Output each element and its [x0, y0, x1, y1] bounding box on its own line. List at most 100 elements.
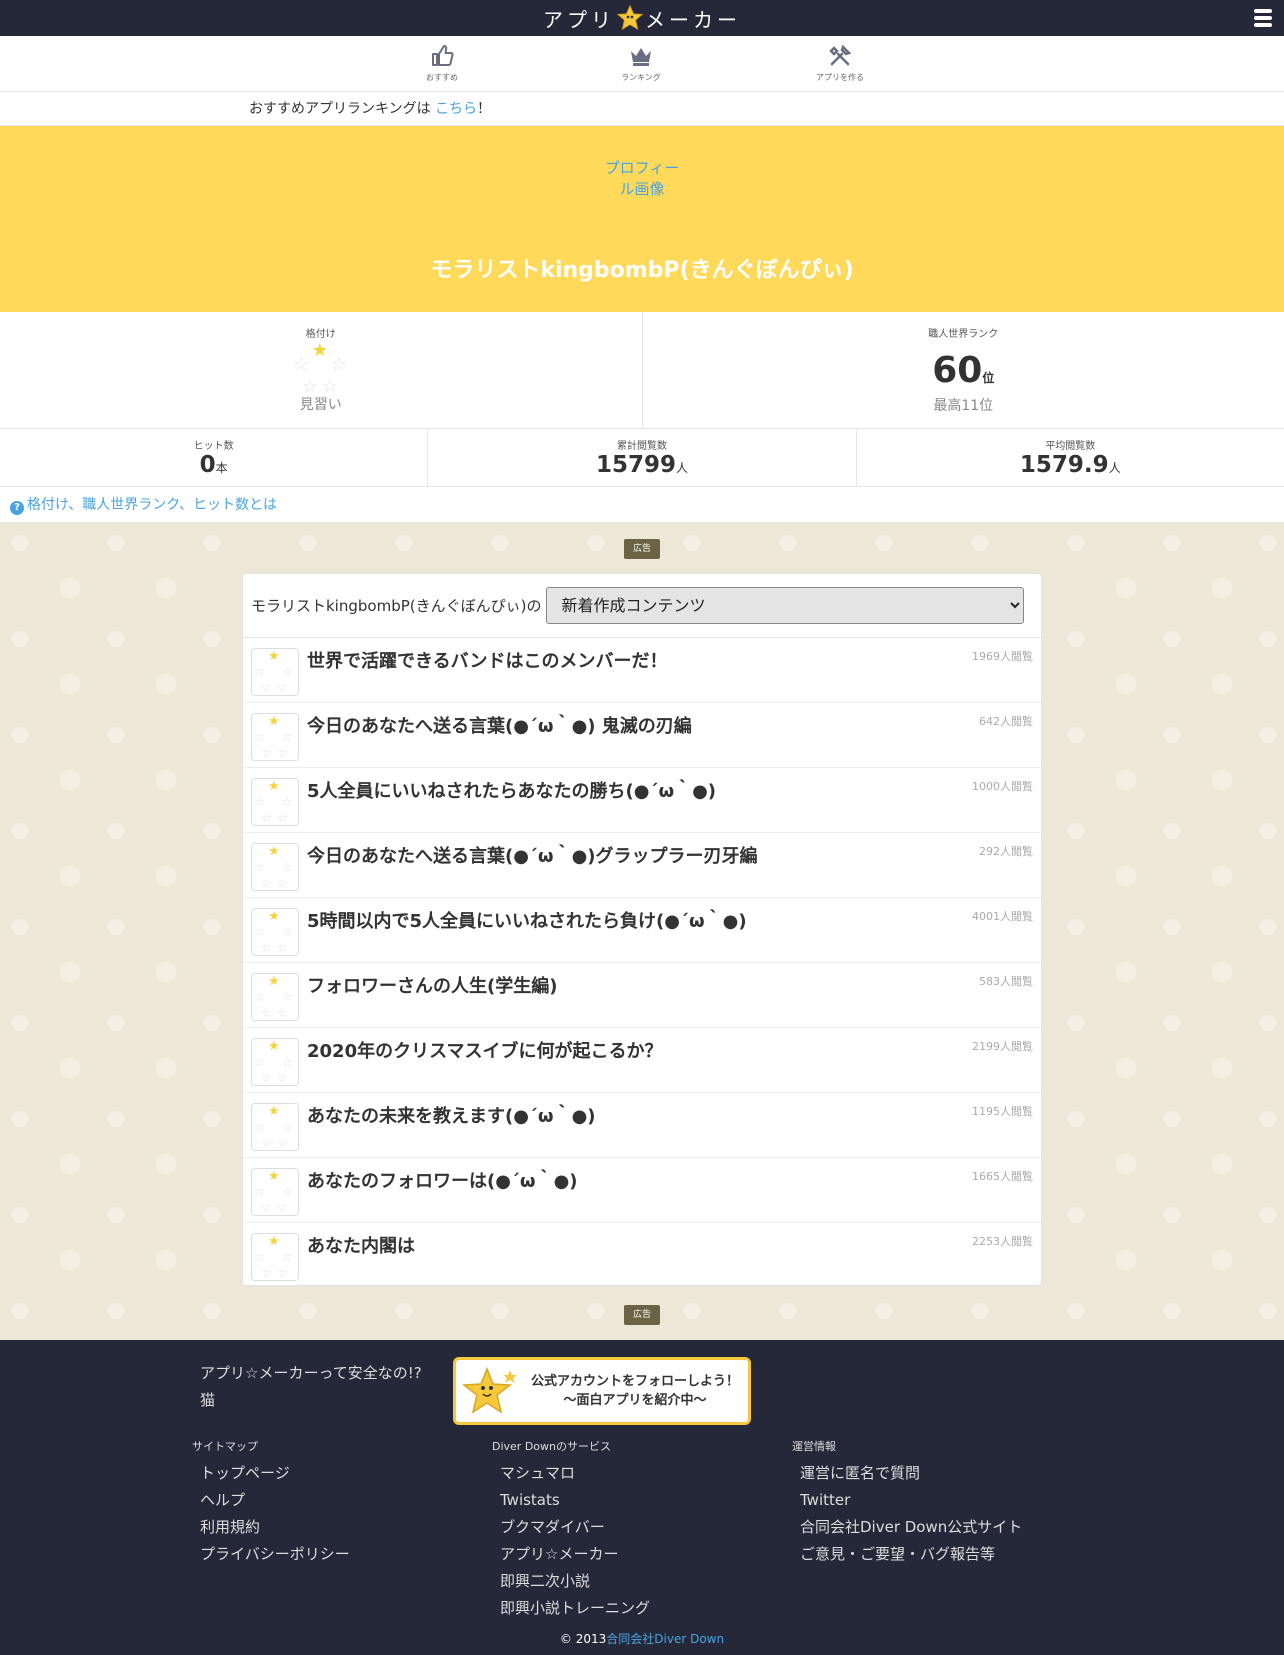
item-title[interactable]: 世界で活躍できるバンドはこのメンバーだ！ — [307, 647, 668, 673]
list-item[interactable]: ★ ☆ ☆ ☆ ☆ 2020年のクリスマスイブに何が起こるか？ 2199人閲覧 — [243, 1028, 1041, 1093]
app-thumbnail: ★ ☆ ☆ ☆ ☆ — [251, 908, 299, 956]
star-outline-icon: ☆ — [261, 876, 272, 890]
list-item[interactable]: ★ ☆ ☆ ☆ ☆ あなた内閣は 2253人閲覧 — [243, 1223, 1041, 1288]
profile-name: モラリストkingbombP(きんぐぼんぴぃ) — [430, 258, 854, 283]
hits-unit: 本 — [215, 461, 228, 475]
app-thumbnail: ★ ☆ ☆ ☆ ☆ — [251, 843, 299, 891]
item-views: 292人閲覧 — [979, 845, 1033, 858]
item-title[interactable]: 今日のあなたへ送る言葉(●´ω｀●)グラップラー刃牙編 — [307, 842, 758, 868]
nav-recommend[interactable]: おすすめ — [402, 44, 482, 83]
list-item[interactable]: ★ ☆ ☆ ☆ ☆ あなたの未来を教えます(●´ω｀●) 1195人閲覧 — [243, 1093, 1041, 1158]
footer-link[interactable]: ブクマダイバー — [492, 1514, 650, 1541]
app-thumbnail: ★ ☆ ☆ ☆ ☆ — [251, 1103, 299, 1151]
star-outline-icon: ☆ — [254, 730, 265, 744]
star-outline-icon: ☆ — [330, 354, 347, 375]
copyright-prefix: © 2013 — [559, 1632, 607, 1646]
footer-link[interactable]: アプリ☆メーカー — [492, 1541, 650, 1568]
item-title[interactable]: 今日のあなたへ送る言葉(●´ω｀●) 鬼滅の刃編 — [307, 712, 692, 738]
follow-banner[interactable]: 公式アカウントをフォローしよう！ 〜面白アプリを紹介中〜 — [453, 1357, 751, 1425]
footer-link[interactable]: Twistats — [492, 1487, 650, 1514]
list-item[interactable]: ★ ☆ ☆ ☆ ☆ 今日のあなたへ送る言葉(●´ω｀●) 鬼滅の刃編 642人閲覧 — [243, 703, 1041, 768]
notice-link[interactable]: こちら — [435, 101, 477, 117]
footer-link[interactable]: マシュマロ — [492, 1460, 650, 1487]
list-item[interactable]: ★ ☆ ☆ ☆ ☆ あなたのフォロワーは(●´ω｀●) 1665人閲覧 — [243, 1158, 1041, 1223]
footer-link[interactable]: 運営に匿名で質問 — [792, 1460, 1022, 1487]
star-outline-icon: ☆ — [282, 665, 293, 679]
nav-ranking[interactable]: ランキング — [601, 44, 681, 83]
star-outline-icon: ☆ — [277, 941, 288, 955]
star-outline-icon: ☆ — [277, 876, 288, 890]
item-title[interactable]: あなた内閣は — [307, 1232, 415, 1258]
cat-link[interactable]: 猫 — [200, 1387, 422, 1414]
star-outline-icon: ☆ — [254, 1250, 265, 1264]
app-thumbnail: ★ ☆ ☆ ☆ ☆ — [251, 713, 299, 761]
star-outline-icon: ☆ — [261, 811, 272, 825]
star-icon: ★ — [268, 714, 280, 729]
item-title[interactable]: 5時間以内で5人全員にいいねされたら負け(●´ω｀●) — [307, 907, 747, 933]
star-outline-icon: ☆ — [282, 1185, 293, 1199]
notice-text: おすすめアプリランキングは — [249, 101, 436, 117]
star-icon: ★ — [268, 844, 280, 859]
footer-link[interactable]: 即興小説トレーニング — [492, 1595, 650, 1622]
app-thumbnail: ★ ☆ ☆ ☆ ☆ — [251, 1168, 299, 1216]
list-item[interactable]: ★ ☆ ☆ ☆ ☆ 世界で活躍できるバンドはこのメンバーだ！ 1969人閲覧 — [243, 638, 1041, 703]
kakuzuke-panel: 格付け ★ ☆ ☆ ☆ ☆ 見習い — [0, 312, 643, 428]
star-outline-icon: ☆ — [254, 990, 265, 1004]
footer-link[interactable]: 合同会社Diver Down公式サイト — [792, 1514, 1022, 1541]
nav-ranking-label: ランキング — [621, 73, 661, 82]
footer-link[interactable]: 利用規約 — [192, 1514, 350, 1541]
avg-views-unit: 人 — [1108, 461, 1121, 475]
follow-line2: 〜面白アプリを紹介中〜 — [563, 1393, 707, 1408]
star-outline-icon: ☆ — [261, 681, 272, 695]
star-outline-icon: ☆ — [254, 1055, 265, 1069]
help-link[interactable]: ? 格付け、職人世界ランク、ヒット数とは — [0, 487, 1284, 523]
content-type-select[interactable]: 新着作成コンテンツ — [546, 587, 1025, 624]
item-title[interactable]: フォロワーさんの人生(学生編) — [307, 972, 557, 998]
menu-icon[interactable] — [1254, 9, 1272, 27]
rank-stats: 格付け ★ ☆ ☆ ☆ ☆ 見習い 職人世界ランク 60位 最高11位 — [0, 312, 1284, 429]
star-outline-icon: ☆ — [282, 1250, 293, 1264]
profile-hero: プロフィール画像 モラリストkingbombP(きんぐぼんぴぃ) — [0, 126, 1284, 312]
star-icon: ★ — [268, 1169, 280, 1184]
app-logo[interactable]: アプリ メーカー — [543, 4, 741, 33]
safety-link[interactable]: アプリ☆メーカーって安全なの!? — [200, 1360, 422, 1387]
brand-left: アプリ — [543, 7, 615, 32]
star-icon: ★ — [268, 1234, 280, 1249]
thumbs-up-icon — [432, 45, 454, 66]
profile-image: プロフィール画像 — [604, 159, 680, 198]
star-outline-icon: ☆ — [261, 1266, 272, 1280]
star-icon: ★ — [311, 340, 328, 361]
hits-caption: ヒット数 — [193, 441, 234, 452]
footer-link[interactable]: ヘルプ — [192, 1487, 350, 1514]
world-rank-unit: 位 — [982, 371, 995, 385]
star-outline-icon: ☆ — [282, 925, 293, 939]
star-outline-icon: ☆ — [282, 990, 293, 1004]
hits-panel: ヒット数 0本 — [0, 429, 429, 486]
company-link[interactable]: 合同会社Diver Down — [606, 1632, 724, 1646]
list-item[interactable]: ★ ☆ ☆ ☆ ☆ 今日のあなたへ送る言葉(●´ω｀●)グラップラー刃牙編 292人閲覧 — [243, 833, 1041, 898]
count-stats: ヒット数 0本 累計閲覧数 15799人 平均閲覧数 1579.9人 — [0, 429, 1284, 487]
star-outline-icon: ☆ — [277, 1136, 288, 1150]
item-title[interactable]: 5人全員にいいねされたらあなたの勝ち(●´ω｀●) — [307, 777, 716, 803]
star-outline-icon: ☆ — [282, 730, 293, 744]
item-views: 4001人閲覧 — [972, 910, 1033, 923]
list-item[interactable]: ★ ☆ ☆ ☆ ☆ 5人全員にいいねされたらあなたの勝ち(●´ω｀●) 1000人閲覧 — [243, 768, 1041, 833]
list-item[interactable]: ★ ☆ ☆ ☆ ☆ フォロワーさんの人生(学生編) 583人閲覧 — [243, 963, 1041, 1028]
total-views-value: 15799人 — [428, 452, 855, 478]
list-prefix: モラリストkingbombP(きんぐぼんぴぃ)の — [251, 597, 542, 615]
star-outline-icon: ☆ — [282, 1120, 293, 1134]
list-header: モラリストkingbombP(きんぐぼんぴぃ)の 新着作成コンテンツ — [243, 574, 1041, 638]
list-item[interactable]: ★ ☆ ☆ ☆ ☆ 5時間以内で5人全員にいいねされたら負け(●´ω｀●) 4001人閲覧 — [243, 898, 1041, 963]
footer-link[interactable]: Twitter — [792, 1487, 1022, 1514]
footer-link[interactable]: ご意見・ご要望・バグ報告等 — [792, 1541, 1022, 1568]
footer-link[interactable]: トップページ — [192, 1460, 350, 1487]
item-title[interactable]: 2020年のクリスマスイブに何が起こるか？ — [307, 1037, 663, 1063]
notice-suffix: ！ — [477, 101, 492, 117]
item-title[interactable]: あなたのフォロワーは(●´ω｀●) — [307, 1167, 578, 1193]
item-title[interactable]: あなたの未来を教えます(●´ω｀●) — [307, 1102, 596, 1128]
services-heading: Diver Downのサービス — [492, 1440, 611, 1453]
nav-create[interactable]: アプリを作る — [800, 44, 880, 83]
footer-link[interactable]: 即興二次小説 — [492, 1568, 650, 1595]
world-rank-panel: 職人世界ランク 60位 最高11位 — [643, 312, 1284, 428]
footer-link[interactable]: プライバシーポリシー — [192, 1541, 350, 1568]
